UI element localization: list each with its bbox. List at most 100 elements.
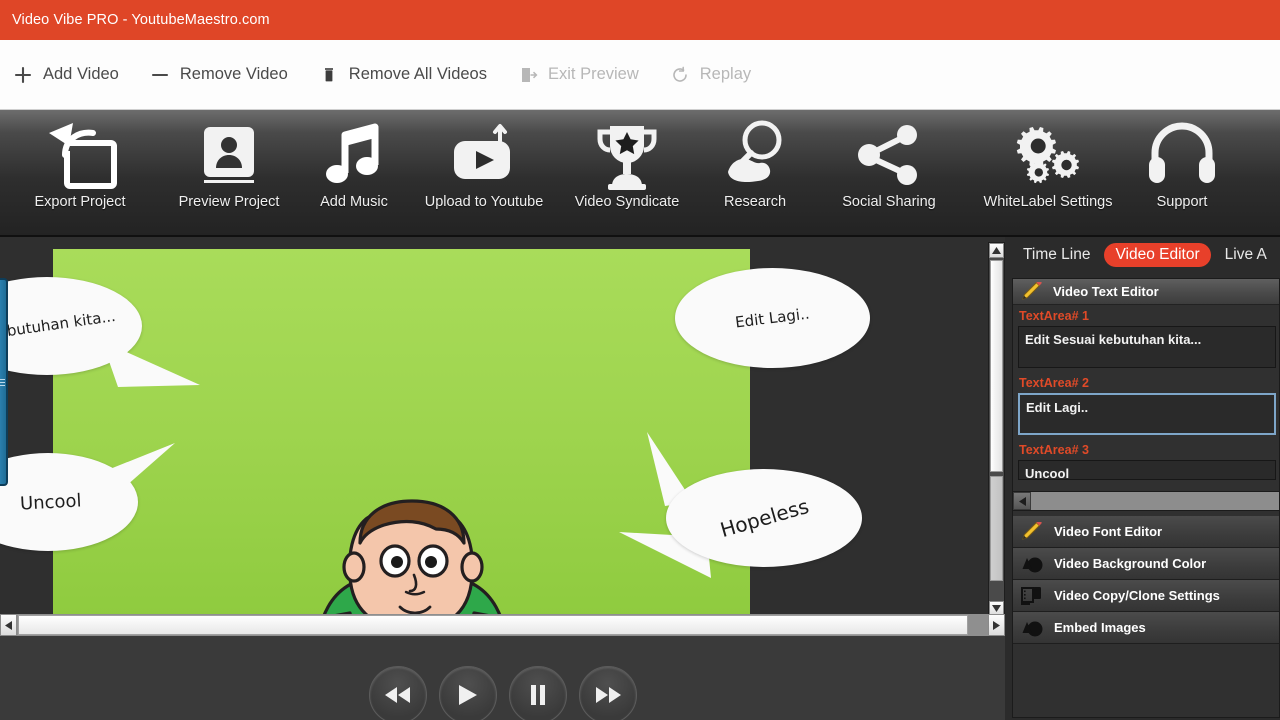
bubble-text-4: Hopeless — [716, 493, 812, 543]
remove-video-button[interactable]: Remove Video — [149, 64, 288, 86]
youtube-upload-icon — [444, 120, 524, 192]
ribbon-social-sharing-label: Social Sharing — [842, 194, 936, 210]
shapes-color-icon — [1019, 552, 1045, 576]
ribbon-upload-to-youtube[interactable]: Upload to Youtube — [410, 110, 558, 210]
panel-menu-list: Video Font Editor Video Background Color — [1013, 516, 1279, 644]
textarea-2-input[interactable]: Edit Lagi.. — [1018, 393, 1276, 435]
ribbon-preview-project[interactable]: Preview Project — [160, 110, 298, 210]
scroll-right-button[interactable] — [988, 614, 1005, 636]
scroll-up-button[interactable] — [989, 243, 1004, 258]
ribbon-video-syndicate-label: Video Syndicate — [574, 194, 680, 210]
vertical-scroll-thumb[interactable] — [990, 260, 1003, 472]
horizontal-scroll-thumb[interactable] — [18, 615, 968, 635]
speech-bubble-1-tail — [102, 341, 200, 387]
minus-icon — [149, 64, 171, 86]
ribbon-whitelabel-settings[interactable]: WhiteLabel Settings — [964, 110, 1132, 210]
app-title: Video Vibe PRO - YoutubeMaestro.com — [12, 12, 270, 28]
video-text-editor-label: Video Text Editor — [1053, 284, 1159, 299]
ribbon-upload-to-youtube-label: Upload to Youtube — [424, 194, 544, 210]
export-arrow-icon — [41, 120, 119, 192]
exit-preview-label: Exit Preview — [547, 65, 639, 83]
video-font-editor-row[interactable]: Video Font Editor — [1013, 516, 1279, 548]
ribbon-social-sharing[interactable]: Social Sharing — [814, 110, 964, 210]
embed-images-row[interactable]: Embed Images — [1013, 612, 1279, 644]
exit-door-icon — [517, 64, 539, 86]
pause-button[interactable] — [508, 666, 567, 720]
shapes-color-icon — [1019, 616, 1045, 640]
speech-bubble-4: Hopeless — [666, 469, 862, 567]
menu-bar: Add Video Remove Video Remove All Videos… — [0, 40, 1280, 110]
tab-time-line[interactable]: Time Line — [1017, 243, 1096, 267]
textarea-1-input[interactable]: Edit Sesuai kebutuhan kita... — [1018, 326, 1276, 368]
trophy-star-icon — [592, 120, 662, 192]
ribbon-research-label: Research — [723, 194, 787, 210]
panel-tabs: Time Line Video Editor Live A — [1005, 237, 1280, 273]
ribbon-support-label: Support — [1156, 194, 1208, 210]
cartoon-character-illustration — [321, 499, 503, 617]
add-video-button[interactable]: Add Video — [12, 64, 119, 86]
ribbon-video-syndicate[interactable]: Video Syndicate — [558, 110, 696, 210]
share-nodes-icon — [852, 120, 926, 192]
add-video-label: Add Video — [43, 65, 119, 83]
vertical-scroll-track[interactable] — [989, 258, 1004, 601]
ribbon-whitelabel-settings-label: WhiteLabel Settings — [983, 194, 1113, 210]
gears-icon — [1010, 120, 1086, 192]
ribbon-export-project[interactable]: Export Project — [0, 110, 160, 210]
video-text-editor-header[interactable]: Video Text Editor — [1013, 279, 1279, 305]
video-font-editor-label: Video Font Editor — [1054, 524, 1163, 539]
plus-icon — [12, 64, 34, 86]
remove-all-videos-button[interactable]: Remove All Videos — [318, 64, 487, 86]
text-editor-horizontal-scrollbar[interactable] — [1013, 491, 1279, 511]
bubble-text-3: Uncool — [19, 489, 83, 515]
textarea-3-input[interactable]: Uncool — [1018, 460, 1276, 480]
replay-button[interactable]: Replay — [669, 64, 751, 86]
ribbon-export-project-label: Export Project — [34, 194, 126, 210]
replay-label: Replay — [699, 65, 752, 83]
horizontal-scroll-track[interactable] — [17, 614, 988, 636]
hamburger-icon — [0, 377, 5, 388]
right-side-panel: Time Line Video Editor Live A Video Text… — [1005, 237, 1280, 720]
forward-button[interactable] — [578, 666, 637, 720]
embed-images-label: Embed Images — [1054, 620, 1146, 635]
left-side-panel-tab[interactable] — [0, 278, 8, 486]
editor-scroll-left-button[interactable] — [1013, 492, 1031, 510]
video-preview-stage[interactable]: ai kebutuhan kita... Edit Lagi.. Uncool … — [0, 237, 1005, 617]
vertical-scroll-thumb-lower[interactable] — [990, 476, 1003, 581]
video-background-color-row[interactable]: Video Background Color — [1013, 548, 1279, 580]
ribbon-research[interactable]: Research — [696, 110, 814, 210]
trash-icon — [318, 64, 340, 86]
magnifier-hand-icon — [718, 120, 792, 192]
ribbon-add-music-label: Add Music — [320, 194, 388, 210]
music-note-icon — [319, 120, 389, 192]
ribbon-toolbar: Export Project Preview Project Add Music — [0, 110, 1280, 237]
headset-icon — [1147, 120, 1217, 192]
play-icon — [458, 685, 477, 705]
ribbon-add-music[interactable]: Add Music — [298, 110, 410, 210]
speech-bubble-3-tail — [105, 443, 175, 501]
scroll-left-button[interactable] — [0, 614, 17, 636]
bubble-text-2: Edit Lagi.. — [734, 304, 811, 332]
forward-icon — [595, 687, 621, 703]
transport-controls — [0, 636, 1005, 720]
play-button[interactable] — [438, 666, 497, 720]
tab-live-audio[interactable]: Live A — [1219, 243, 1273, 267]
title-bar: Video Vibe PRO - YoutubeMaestro.com — [0, 0, 1280, 40]
pause-icon — [530, 685, 545, 705]
video-copy-clone-settings-row[interactable]: Video Copy/Clone Settings — [1013, 580, 1279, 612]
ribbon-support[interactable]: Support — [1132, 110, 1232, 210]
rewind-button[interactable] — [368, 666, 427, 720]
pencil-icon — [1019, 520, 1045, 544]
exit-preview-button[interactable]: Exit Preview — [517, 64, 639, 86]
stage-horizontal-scrollbar[interactable] — [0, 614, 1005, 636]
pencil-icon — [1019, 280, 1045, 304]
rewind-icon — [384, 687, 410, 703]
stage-vertical-scrollbar[interactable] — [988, 242, 1005, 617]
textarea-2-label: TextArea# 2 — [1013, 372, 1279, 393]
editor-scroll-track[interactable] — [1031, 492, 1279, 510]
tab-video-editor[interactable]: Video Editor — [1104, 243, 1211, 267]
remove-video-label: Remove Video — [179, 65, 288, 83]
video-background-color-label: Video Background Color — [1054, 556, 1207, 571]
textarea-1-label: TextArea# 1 — [1013, 305, 1279, 326]
textarea-3-label: TextArea# 3 — [1013, 439, 1279, 460]
video-editor-panel: Video Text Editor TextArea# 1 Edit Sesua… — [1012, 278, 1280, 718]
